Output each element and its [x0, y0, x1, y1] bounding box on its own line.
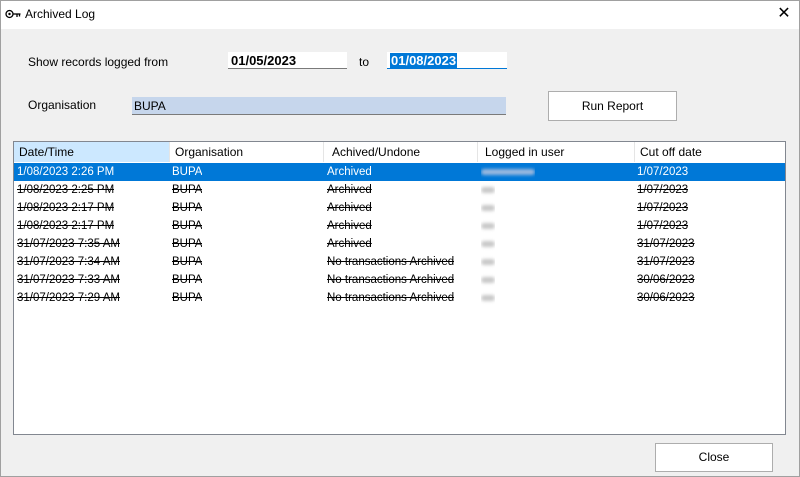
cell-cutoff: 30/06/2023 [637, 292, 695, 304]
from-date-value: 01/05/2023 [231, 53, 297, 68]
cell-organisation: BUPA [172, 166, 203, 178]
archived-log-window: Archived Log ✕ Show records logged from … [0, 0, 800, 477]
cell-cutoff: 31/07/2023 [637, 238, 695, 250]
column-header-user[interactable]: Logged in user [478, 142, 635, 162]
cell-status: Archived [327, 166, 372, 178]
cell-user [481, 289, 495, 307]
from-label: Show records logged from [28, 55, 169, 69]
cell-user [481, 181, 495, 199]
to-date-field[interactable]: 01/08/2023 [387, 52, 507, 69]
to-date-value: 01/08/2023 [390, 53, 458, 68]
from-date-field[interactable]: 01/05/2023 [228, 52, 347, 69]
close-button[interactable]: Close [655, 443, 773, 472]
column-header-organisation[interactable]: Organisation [170, 142, 324, 162]
table-row[interactable]: 31/07/2023 7:34 AM BUPA No transactions Ar… [14, 253, 785, 271]
cell-cutoff: 1/07/2023 [637, 184, 689, 196]
cell-datetime: 1/08/2023 2:25 PM [17, 184, 115, 196]
redacted-user [481, 240, 495, 247]
redacted-user [481, 276, 495, 283]
cell-organisation: BUPA [172, 274, 203, 286]
cell-status: Archived [327, 202, 372, 214]
column-header-cutoff[interactable]: Cut off date [635, 142, 785, 162]
cell-organisation: BUPA [172, 202, 203, 214]
table-header: Date/Time Organisation Achived/Undone Lo… [14, 142, 785, 164]
cell-user [481, 235, 495, 253]
cell-datetime: 1/08/2023 2:17 PM [17, 202, 115, 214]
to-label: to [359, 55, 370, 69]
cell-user [481, 163, 535, 181]
cell-status: Archived [327, 220, 372, 232]
cell-datetime: 1/08/2023 2:17 PM [17, 220, 115, 232]
cell-status: No transactions Archived [327, 274, 455, 286]
organisation-label: Organisation [28, 98, 97, 112]
cell-status: Archived [327, 184, 372, 196]
cell-datetime: 31/07/2023 7:34 AM [17, 256, 120, 268]
organisation-field[interactable]: BUPA [132, 97, 506, 115]
table-row[interactable]: 1/08/2023 2:17 PM BUPA Archived 1/07/2023 [14, 217, 785, 235]
redacted-user [481, 186, 495, 193]
table-row[interactable]: 1/08/2023 2:25 PM BUPA Archived 1/07/2023 [14, 181, 785, 199]
cell-user [481, 271, 495, 289]
table-row[interactable]: 31/07/2023 7:35 AM BUPA Archived 31/07/2023 [14, 235, 785, 253]
cell-cutoff: 31/07/2023 [637, 256, 695, 268]
cell-status: Archived [327, 238, 372, 250]
table-row[interactable]: 1/08/2023 2:17 PM BUPA Archived 1/07/2023 [14, 199, 785, 217]
cell-organisation: BUPA [172, 292, 203, 304]
cell-cutoff: 1/07/2023 [637, 202, 689, 214]
window-title: Archived Log [25, 7, 96, 21]
cell-organisation: BUPA [172, 238, 203, 250]
table-row[interactable]: 1/08/2023 2:26 PM BUPA Archived 1/07/2023 [14, 163, 785, 181]
redacted-user [481, 168, 535, 175]
cell-user [481, 253, 495, 271]
organisation-value: BUPA [134, 99, 166, 113]
cell-cutoff: 1/07/2023 [637, 166, 689, 178]
redacted-user [481, 294, 495, 301]
cell-user [481, 217, 495, 235]
cell-datetime: 31/07/2023 7:35 AM [17, 238, 120, 250]
column-header-datetime[interactable]: Date/Time [14, 142, 170, 162]
cell-status: No transactions Archived [327, 292, 455, 304]
cell-user [481, 199, 495, 217]
archived-log-table[interactable]: Date/Time Organisation Achived/Undone Lo… [13, 141, 786, 435]
close-window-icon[interactable]: ✕ [775, 5, 793, 23]
run-report-button[interactable]: Run Report [548, 91, 677, 121]
cell-cutoff: 1/07/2023 [637, 220, 689, 232]
redacted-user [481, 204, 495, 211]
cell-organisation: BUPA [172, 184, 203, 196]
cell-datetime: 1/08/2023 2:26 PM [17, 166, 115, 178]
title-bar: Archived Log ✕ [1, 1, 799, 29]
cell-organisation: BUPA [172, 256, 203, 268]
key-icon [5, 9, 21, 19]
cell-datetime: 31/07/2023 7:29 AM [17, 292, 120, 304]
redacted-user [481, 258, 495, 265]
cell-organisation: BUPA [172, 220, 203, 232]
table-row[interactable]: 31/07/2023 7:33 AM BUPA No transactions Ar… [14, 271, 785, 289]
cell-datetime: 31/07/2023 7:33 AM [17, 274, 120, 286]
table-row[interactable]: 31/07/2023 7:29 AM BUPA No transactions Ar… [14, 289, 785, 307]
redacted-user [481, 222, 495, 229]
column-header-status[interactable]: Achived/Undone [324, 142, 478, 162]
cell-cutoff: 30/06/2023 [637, 274, 695, 286]
cell-status: No transactions Archived [327, 256, 455, 268]
